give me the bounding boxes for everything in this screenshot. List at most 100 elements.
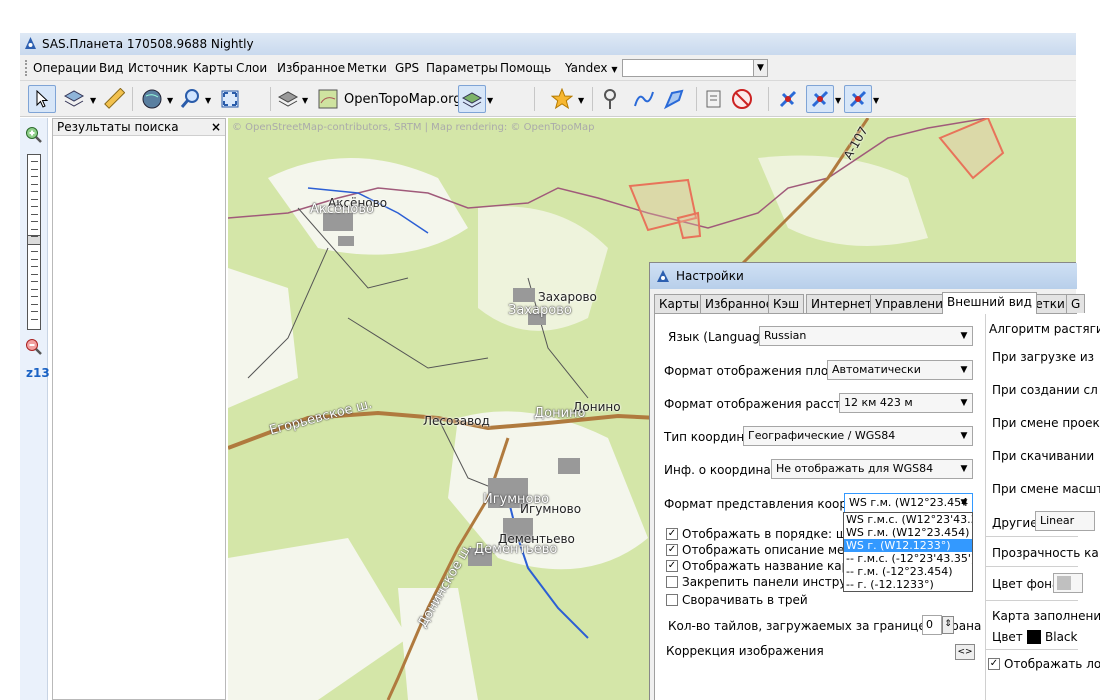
color-swatch bbox=[1057, 576, 1071, 590]
search-results-header: Результаты поиска × bbox=[53, 119, 225, 136]
add-path-button[interactable] bbox=[630, 85, 658, 113]
ruler-tool-button[interactable] bbox=[100, 85, 128, 113]
checkbox-box: ✓ bbox=[666, 544, 678, 556]
menu-operations[interactable]: Операции bbox=[30, 55, 99, 81]
coord-type-select[interactable]: Географические / WGS84 ▼ bbox=[743, 426, 973, 446]
zoom-out-icon[interactable] bbox=[25, 338, 43, 356]
map-stack-icon bbox=[277, 91, 299, 107]
gps-connect-button[interactable] bbox=[806, 85, 834, 113]
resample-title: Алгоритм растяги bbox=[989, 322, 1100, 336]
gps-off-button[interactable] bbox=[774, 85, 802, 113]
chevron-down-icon[interactable]: ▼ bbox=[835, 96, 841, 105]
bg-color-select[interactable] bbox=[1053, 573, 1083, 593]
dropdown-option[interactable]: -- г. (-12.1233°) bbox=[844, 578, 972, 591]
menu-layers[interactable]: Слои bbox=[233, 55, 270, 81]
map-source-selector[interactable]: OpenTopoMap.org ▼ bbox=[344, 92, 472, 107]
distance-format-select[interactable]: 12 км 423 м ▼ bbox=[839, 393, 973, 413]
fullscreen-icon bbox=[221, 90, 239, 108]
menu-view[interactable]: Вид bbox=[96, 55, 126, 81]
dropdown-option[interactable]: WS г.м. (W12°23.454) bbox=[844, 526, 972, 539]
search-input[interactable]: ▼ bbox=[622, 59, 768, 77]
tiles-offscreen-input[interactable]: 0 bbox=[922, 615, 942, 635]
dialog-title: Настройки bbox=[676, 269, 744, 283]
zoom-slider-tick bbox=[31, 243, 38, 245]
menu-help[interactable]: Помощь bbox=[497, 55, 554, 81]
menu-marks[interactable]: Метки bbox=[344, 55, 390, 81]
checkbox-minimize-tray[interactable]: Сворачивать в трей bbox=[666, 592, 808, 608]
dialog-titlebar[interactable]: Настройки bbox=[650, 263, 1077, 289]
add-placemark-button[interactable] bbox=[596, 85, 624, 113]
dropdown-option-selected[interactable]: WS г. (W12.1233°) bbox=[844, 539, 972, 552]
menu-maps[interactable]: Карты bbox=[190, 55, 236, 81]
tab-maps[interactable]: Карты bbox=[654, 294, 704, 313]
image-correction-button[interactable]: <> bbox=[955, 644, 975, 660]
zoom-in-icon[interactable] bbox=[25, 126, 43, 144]
search-dropdown-button[interactable]: ▼ bbox=[753, 60, 767, 76]
favorites-button[interactable] bbox=[548, 85, 576, 113]
checkbox-box bbox=[666, 576, 678, 588]
coord-format-select[interactable]: WS г.м. (W12°23.454 ▼ bbox=[844, 493, 973, 513]
chevron-down-icon[interactable]: ▼ bbox=[578, 96, 584, 105]
tab-appearance[interactable]: Внешний вид bbox=[942, 292, 1037, 314]
zoom-slider-tick bbox=[31, 273, 38, 275]
map-source-label: OpenTopoMap.org bbox=[344, 92, 462, 107]
dropdown-option[interactable]: -- г.м.с. (-12°23'43.35') bbox=[844, 552, 972, 565]
chevron-down-icon: ▼ bbox=[960, 398, 968, 408]
globe-button[interactable] bbox=[138, 85, 166, 113]
language-select[interactable]: Russian ▼ bbox=[759, 326, 973, 346]
checkbox-show-logo[interactable]: ✓ Отображать ло bbox=[988, 656, 1100, 672]
placemark-manager-button[interactable] bbox=[700, 85, 728, 113]
coord-format-value: WS г.м. (W12°23.454 bbox=[849, 496, 969, 509]
window-titlebar: SAS.Планета 170508.9688 Nightly bbox=[20, 33, 1076, 55]
chevron-down-icon[interactable]: ▼ bbox=[167, 96, 173, 105]
zoom-slider-tick bbox=[31, 281, 38, 282]
menu-source[interactable]: Источник bbox=[125, 55, 191, 81]
gps-track-button[interactable] bbox=[844, 85, 872, 113]
fullscreen-button[interactable] bbox=[216, 85, 244, 113]
map-type-button[interactable] bbox=[274, 85, 302, 113]
hide-placemarks-button[interactable] bbox=[728, 85, 756, 113]
tab-favorites[interactable]: Избранное bbox=[700, 294, 779, 313]
zoom-slider-tick bbox=[31, 311, 38, 312]
checkbox-box: ✓ bbox=[666, 560, 678, 572]
chevron-down-icon[interactable]: ▼ bbox=[205, 96, 211, 105]
tiles-spinner-button[interactable]: ⇕ bbox=[942, 616, 954, 634]
resample-other-select[interactable]: Linear bbox=[1035, 511, 1095, 531]
tab-gps[interactable]: G bbox=[1066, 294, 1086, 313]
coord-info-select[interactable]: Не отображать для WGS84 ▼ bbox=[771, 459, 973, 479]
layer-overlay-button[interactable] bbox=[458, 85, 486, 113]
search-provider-label: Yandex bbox=[565, 61, 608, 75]
dropdown-option[interactable]: WS г.м.с. (W12°23'43.35 bbox=[844, 513, 972, 526]
zoom-slider-tick bbox=[31, 176, 38, 177]
resample-row-projection: При смене проек bbox=[992, 416, 1100, 430]
chevron-down-icon[interactable]: ▼ bbox=[487, 96, 493, 105]
zoom-slider-tick bbox=[31, 213, 38, 215]
search-provider-dropdown[interactable]: Yandex ▼ bbox=[565, 55, 618, 81]
zoom-slider-tick bbox=[31, 251, 38, 252]
zoom-slider[interactable] bbox=[27, 154, 41, 330]
menu-parameters[interactable]: Параметры bbox=[423, 55, 501, 81]
close-icon[interactable]: × bbox=[211, 119, 221, 136]
checkbox-show-logo-label: Отображать ло bbox=[1004, 657, 1100, 671]
map-source-icon-button[interactable] bbox=[314, 85, 342, 113]
chevron-down-icon[interactable]: ▼ bbox=[302, 96, 308, 105]
tab-cache[interactable]: Кэш bbox=[768, 294, 805, 313]
zoom-slider-tick bbox=[31, 303, 38, 305]
cursor-tool-button[interactable] bbox=[28, 85, 56, 113]
fill-map-label: Карта заполнени bbox=[992, 609, 1100, 623]
black-color-swatch[interactable] bbox=[1027, 630, 1041, 644]
chevron-down-icon[interactable]: ▼ bbox=[90, 96, 96, 105]
menubar-grip[interactable] bbox=[25, 60, 28, 76]
add-polygon-button[interactable] bbox=[660, 85, 688, 113]
area-format-select[interactable]: Автоматически ▼ bbox=[827, 360, 973, 380]
chevron-down-icon[interactable]: ▼ bbox=[873, 96, 879, 105]
tab-internet[interactable]: Интернет bbox=[806, 294, 878, 313]
satellite-icon bbox=[779, 90, 797, 108]
satellite-icon bbox=[811, 90, 829, 108]
search-map-button[interactable] bbox=[176, 85, 204, 113]
dropdown-option[interactable]: -- г.м. (-12°23.454) bbox=[844, 565, 972, 578]
menu-gps[interactable]: GPS bbox=[392, 55, 422, 81]
menu-favorites[interactable]: Избранное bbox=[274, 55, 348, 81]
map-layers-button[interactable] bbox=[60, 85, 88, 113]
coord-format-dropdown: WS г.м.с. (W12°23'43.35 WS г.м. (W12°23.… bbox=[843, 512, 973, 592]
